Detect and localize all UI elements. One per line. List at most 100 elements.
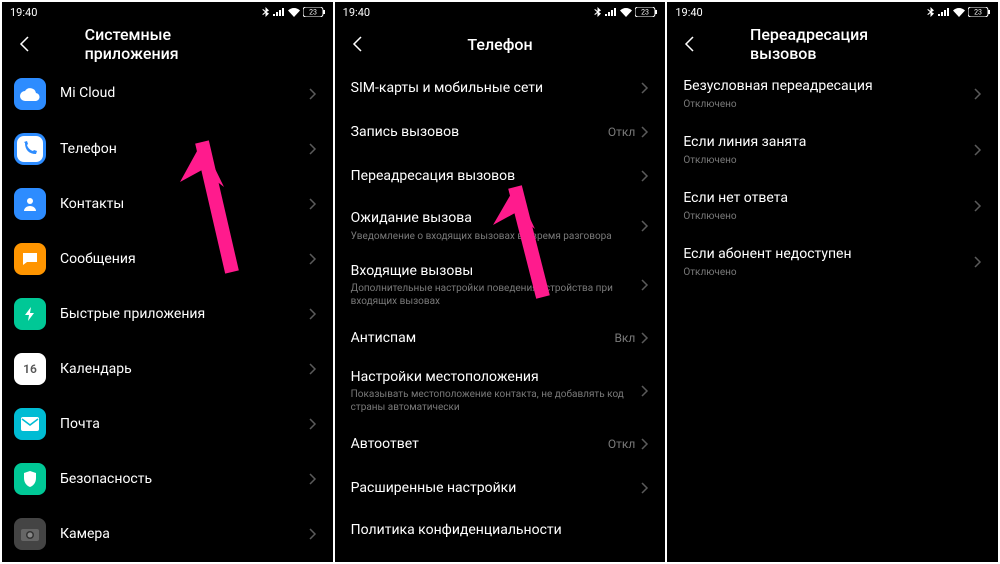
chevron-right-icon [641,438,649,450]
chevron-right-icon [974,144,982,156]
item-subtitle: Уведомление о входящих вызовах во время … [351,230,642,243]
status-time: 19:40 [343,6,370,19]
screen-phone-settings: 19:40 23 Телефон SIM-карты и мобильные с… [335,2,666,562]
settings-list: Безусловная переадресация Отключено Если… [667,66,998,562]
shield-icon [14,463,46,495]
item-value: Откл [608,437,635,451]
status-right: 23 [927,7,990,17]
header: Переадресация вызовов [667,22,998,66]
item-no-answer[interactable]: Если нет ответа Отключено [667,178,998,234]
item-label: Контакты [60,195,309,213]
chevron-right-icon [641,170,649,182]
item-subtitle: Отключено [683,98,974,111]
battery-icon: 23 [303,7,325,17]
wifi-icon [620,8,632,17]
item-privacy-policy[interactable]: Политика конфиденциальности [335,510,666,540]
chevron-right-icon [641,279,649,291]
item-phone[interactable]: Телефон [2,121,333,176]
item-label: Автоответ [351,435,608,453]
status-right: 23 [262,7,325,17]
item-subtitle: Отключено [683,154,974,167]
settings-list: Mi Cloud Телефон Контакты [2,66,333,562]
back-button[interactable] [675,30,703,58]
item-mi-cloud[interactable]: Mi Cloud [2,66,333,121]
page-title: Телефон [467,35,532,54]
item-subtitle: Отключено [683,266,974,279]
item-label: Если линия занята [683,133,974,151]
contacts-icon [14,188,46,220]
item-label: Антиспам [351,329,615,347]
status-right: 23 [594,7,657,17]
signal-icon [605,8,617,16]
item-when-busy[interactable]: Если линия занята Отключено [667,122,998,178]
item-value: Откл [608,125,635,139]
item-security[interactable]: Безопасность [2,452,333,507]
chevron-left-icon [352,36,362,52]
item-incoming-calls[interactable]: Входящие вызовы Дополнительные настройки… [335,254,666,316]
bluetooth-icon [927,7,935,17]
status-time: 19:40 [10,6,37,19]
signal-icon [273,8,285,16]
page-title: Переадресация вызовов [750,25,915,63]
wifi-icon [288,8,300,17]
item-label: Календарь [60,360,309,378]
item-label: Запись вызовов [351,123,608,141]
item-sim-networks[interactable]: SIM-карты и мобильные сети [335,66,666,110]
chevron-right-icon [309,473,317,485]
item-label: Почта [60,415,309,433]
item-label: Ожидание вызова [351,209,642,227]
item-value: Вкл [614,331,635,345]
svg-text:23: 23 [641,9,649,17]
item-label: Если нет ответа [683,189,974,207]
chevron-right-icon [309,88,317,100]
item-unreachable[interactable]: Если абонент недоступен Отключено [667,234,998,290]
item-unconditional-forward[interactable]: Безусловная переадресация Отключено [667,66,998,122]
chevron-right-icon [641,126,649,138]
chevron-right-icon [309,363,317,375]
item-label: Политика конфиденциальности [351,521,650,539]
item-call-waiting[interactable]: Ожидание вызова Уведомление о входящих в… [335,198,666,254]
back-button[interactable] [10,30,38,58]
camera-icon [14,518,46,550]
chevron-right-icon [309,253,317,265]
item-subtitle: Отключено [683,210,974,223]
item-antispam[interactable]: Антиспам Вкл [335,316,666,360]
screen-system-apps: 19:40 23 Системные приложения [2,2,333,562]
mail-icon [14,408,46,440]
item-call-forwarding[interactable]: Переадресация вызовов [335,154,666,198]
item-label: Входящие вызовы [351,262,642,280]
status-bar: 19:40 23 [2,2,333,22]
item-location-settings[interactable]: Настройки местоположения Показывать мест… [335,360,666,422]
svg-text:23: 23 [309,9,317,17]
item-quick-apps[interactable]: Быстрые приложения [2,286,333,341]
header: Телефон [335,22,666,66]
item-label: Mi Cloud [60,84,309,102]
item-camera[interactable]: Камера [2,507,333,562]
item-advanced[interactable]: Расширенные настройки [335,466,666,510]
item-label: Настройки местоположения [351,368,642,386]
chevron-right-icon [309,143,317,155]
item-contacts[interactable]: Контакты [2,176,333,231]
status-bar: 19:40 23 [667,2,998,22]
chevron-right-icon [641,82,649,94]
item-subtitle: Дополнительные настройки поведения устро… [351,282,642,308]
item-call-recording[interactable]: Запись вызовов Откл [335,110,666,154]
item-label: SIM-карты и мобильные сети [351,79,642,97]
phone-icon [14,133,46,165]
page-title: Системные приложения [85,25,250,63]
chevron-right-icon [641,482,649,494]
item-calendar[interactable]: 16 Календарь [2,342,333,397]
back-button[interactable] [343,30,371,58]
item-autoanswer[interactable]: Автоответ Откл [335,422,666,466]
chevron-right-icon [974,88,982,100]
svg-text:23: 23 [974,9,982,17]
chevron-right-icon [309,198,317,210]
item-mail[interactable]: Почта [2,397,333,452]
wifi-icon [953,8,965,17]
item-label: Телефон [60,140,309,158]
item-messages[interactable]: Сообщения [2,231,333,286]
item-label: Расширенные настройки [351,479,642,497]
messages-icon [14,243,46,275]
battery-icon: 23 [635,7,657,17]
bluetooth-icon [594,7,602,17]
